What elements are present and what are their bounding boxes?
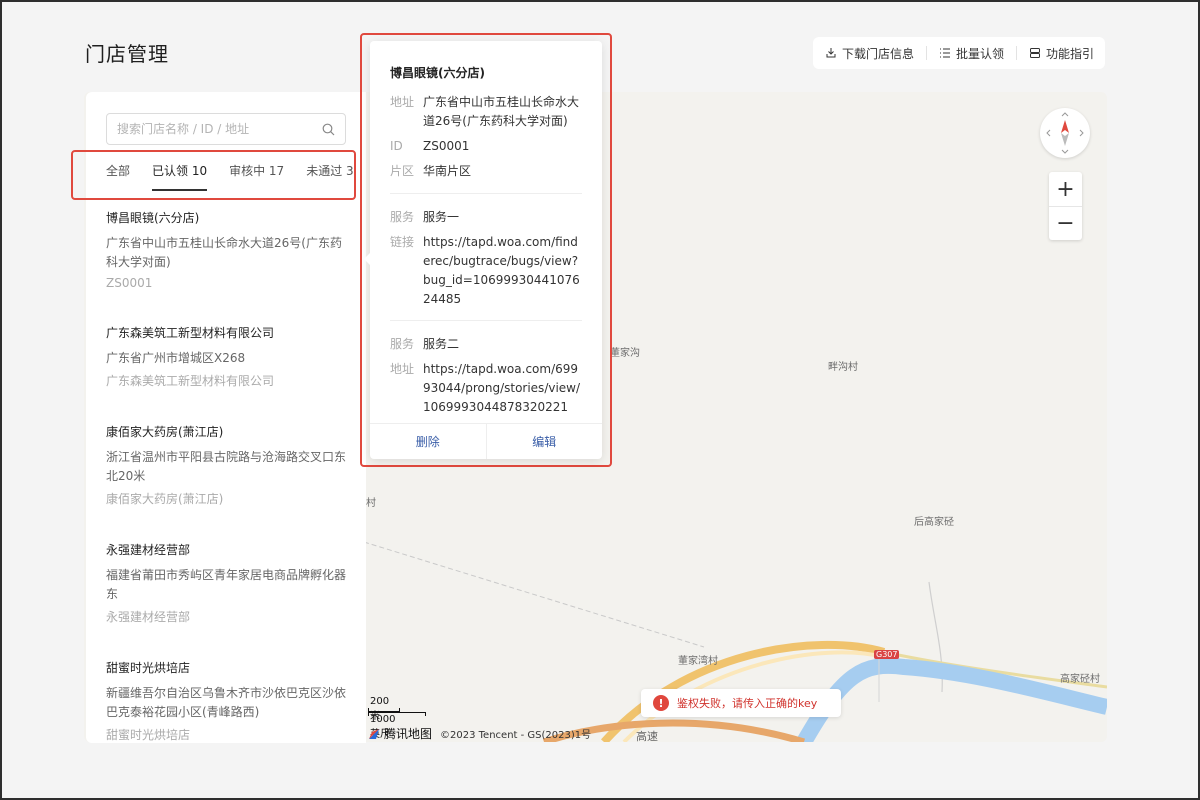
map-label-gaojiajing: 高家硁村 (1060, 674, 1100, 685)
tab-all[interactable]: 全部 (106, 162, 130, 191)
store-name: 甜蜜时光烘培店 (106, 661, 191, 675)
service-one-row: 服务 服务一 (390, 208, 583, 227)
error-icon: ! (653, 695, 669, 711)
detail-region-row: 片区 华南片区 (390, 162, 583, 181)
store-address: 广东省广州市增城区X268 (106, 351, 246, 365)
store-address: 广东省中山市五桂山长命水大道26号(广东药科大学对面) (106, 236, 342, 269)
store-address: 新疆维吾尔自治区乌鲁木齐市沙依巴克区沙依巴克泰裕花园小区(青峰路西) (106, 686, 347, 719)
feature-guide-button[interactable]: 功能指引 (1029, 45, 1094, 62)
tencent-map-logo-icon (369, 728, 379, 739)
list-item[interactable]: 康佰家大药房(萧江店) 浙江省温州市平阳县古院路与沧海路交叉口东北20米 康佰家… (106, 423, 346, 507)
status-tabs: 全部 已认领 10 审核中 17 未通过 3 (106, 162, 354, 191)
map-attribution: 腾讯地图 ©2023 Tencent - GS(2023)1号 (368, 725, 591, 742)
download-label: 下载门店信息 (842, 46, 915, 61)
store-list: 博昌眼镜(六分店) 广东省中山市五桂山长命水大道26号(广东药科大学对面) ZS… (106, 209, 346, 743)
service-one-link-row: 链接 https://tapd.woa.com/finderec/bugtrac… (390, 233, 583, 309)
zoom-out-button[interactable]: − (1049, 206, 1082, 240)
service-two-link-row: 地址 https://tapd.woa.com/69993044/prong/s… (390, 360, 583, 417)
top-toolbar: 下载门店信息 批量认领 功能指引 (813, 37, 1105, 69)
detail-region: 华南片区 (423, 164, 472, 178)
list-item[interactable]: 永强建材经营部 福建省莆田市秀屿区青年家居电商品牌孵化器东 永强建材经营部 (106, 541, 346, 625)
store-subtitle: 广东森美筑工新型材料有限公司 (106, 374, 275, 388)
download-icon (826, 48, 836, 58)
tab-claimed[interactable]: 已认领 10 (152, 162, 208, 191)
toolbar-divider (926, 46, 928, 60)
search-box (106, 113, 346, 145)
store-detail-popup: 博昌眼镜(六分店) 地址 广东省中山市五桂山长命水大道26号(广东药科大学对面)… (364, 41, 602, 459)
zoom-control: + − (1049, 172, 1082, 240)
batch-claim-button[interactable]: 批量认领 (939, 45, 1004, 62)
list-icon (940, 48, 951, 58)
popup-actions: 删除 编辑 (370, 423, 602, 459)
map-label-road: 高速 (636, 730, 658, 742)
page-title: 门店管理 (85, 42, 169, 66)
detail-address: 广东省中山市五桂山长命水大道26号(广东药科大学对面) (423, 95, 580, 128)
service-two-row: 服务 服务二 (390, 335, 583, 354)
detail-address-row: 地址 广东省中山市五桂山长命水大道26号(广东药科大学对面) (390, 93, 583, 131)
store-name: 博昌眼镜(六分店) (106, 211, 200, 225)
store-name: 康佰家大药房(萧江店) (106, 425, 224, 439)
error-toast: ! 鉴权失败，请传入正确的key (641, 689, 841, 717)
store-subtitle: 甜蜜时光烘培店 (106, 728, 191, 742)
store-subtitle: 康佰家大药房(萧江店) (106, 492, 224, 506)
store-address: 福建省莆田市秀屿区青年家居电商品牌孵化器东 (106, 568, 347, 601)
road-sign-g307: G307 (874, 650, 900, 659)
popup-title: 博昌眼镜(六分店) (390, 66, 485, 80)
feature-guide-label: 功能指引 (1046, 46, 1095, 61)
map-label-pangou: 畔沟村 (828, 362, 858, 373)
detail-key: 链接 (390, 235, 415, 249)
guide-icon (1030, 48, 1041, 58)
service-one-link[interactable]: https://tapd.woa.com/finderec/bugtrace/b… (423, 233, 583, 309)
store-address: 浙江省温州市平阳县古院路与沧海路交叉口东北20米 (106, 450, 347, 483)
detail-id-row: ID ZS0001 (390, 137, 583, 156)
store-name: 广东森美筑工新型材料有限公司 (106, 326, 275, 340)
store-name: 永强建材经营部 (106, 543, 191, 557)
map-label-houjiajing: 后高家硁 (914, 517, 954, 528)
store-list-panel: 全部 已认领 10 审核中 17 未通过 3 博昌眼镜(六分店) 广东省中山市五… (86, 92, 366, 743)
service-one-name: 服务一 (423, 210, 460, 224)
batch-claim-label: 批量认领 (956, 46, 1005, 61)
tab-rejected[interactable]: 未通过 3 (306, 162, 353, 191)
map-label-dongjiawan: 董家湾村 (678, 656, 718, 667)
detail-key: 地址 (390, 95, 415, 109)
popup-highlight-box: 博昌眼镜(六分店) 地址 广东省中山市五桂山长命水大道26号(广东药科大学对面)… (360, 33, 612, 467)
map-label-dongjiagou: 董家沟 (610, 348, 640, 359)
detail-key: 服务 (390, 210, 415, 224)
popup-divider (390, 193, 582, 194)
detail-id: ZS0001 (423, 139, 470, 153)
list-item[interactable]: 博昌眼镜(六分店) 广东省中山市五桂山长命水大道26号(广东药科大学对面) ZS… (106, 209, 346, 290)
search-input[interactable] (117, 122, 322, 136)
service-two-link[interactable]: https://tapd.woa.com/69993044/prong/stor… (423, 360, 583, 417)
list-item[interactable]: 甜蜜时光烘培店 新疆维吾尔自治区乌鲁木齐市沙依巴克区沙依巴克泰裕花园小区(青峰路… (106, 659, 346, 743)
popup-arrow (364, 253, 370, 265)
detail-key: 片区 (390, 164, 415, 178)
map-copyright: ©2023 Tencent - GS(2023)1号 (440, 730, 592, 741)
detail-key: 地址 (390, 362, 415, 376)
detail-key: 服务 (390, 337, 415, 351)
map-label-village: 村 (366, 498, 376, 509)
store-subtitle: 永强建材经营部 (106, 610, 191, 624)
download-store-info-button[interactable]: 下载门店信息 (825, 45, 914, 62)
compass-icon (1046, 112, 1084, 154)
delete-button[interactable]: 删除 (370, 424, 486, 459)
popup-divider (390, 320, 582, 321)
compass-control[interactable] (1040, 108, 1090, 158)
error-toast-text: 鉴权失败，请传入正确的key (677, 697, 818, 710)
list-item[interactable]: 广东森美筑工新型材料有限公司 广东省广州市增城区X268 广东森美筑工新型材料有… (106, 324, 346, 389)
edit-button[interactable]: 编辑 (485, 424, 603, 459)
store-id: ZS0001 (106, 276, 153, 290)
search-icon[interactable] (322, 123, 335, 136)
service-two-name: 服务二 (423, 337, 460, 351)
tab-reviewing[interactable]: 审核中 17 (229, 162, 284, 191)
zoom-in-button[interactable]: + (1049, 172, 1082, 206)
toolbar-divider (1016, 46, 1018, 60)
map-logo-text: 腾讯地图 (384, 727, 433, 741)
app-frame: 门店管理 下载门店信息 批量认领 功能指引 董家沟 畔沟村 后高家硁 董家湾村 … (2, 2, 1198, 798)
detail-key: ID (390, 139, 403, 153)
